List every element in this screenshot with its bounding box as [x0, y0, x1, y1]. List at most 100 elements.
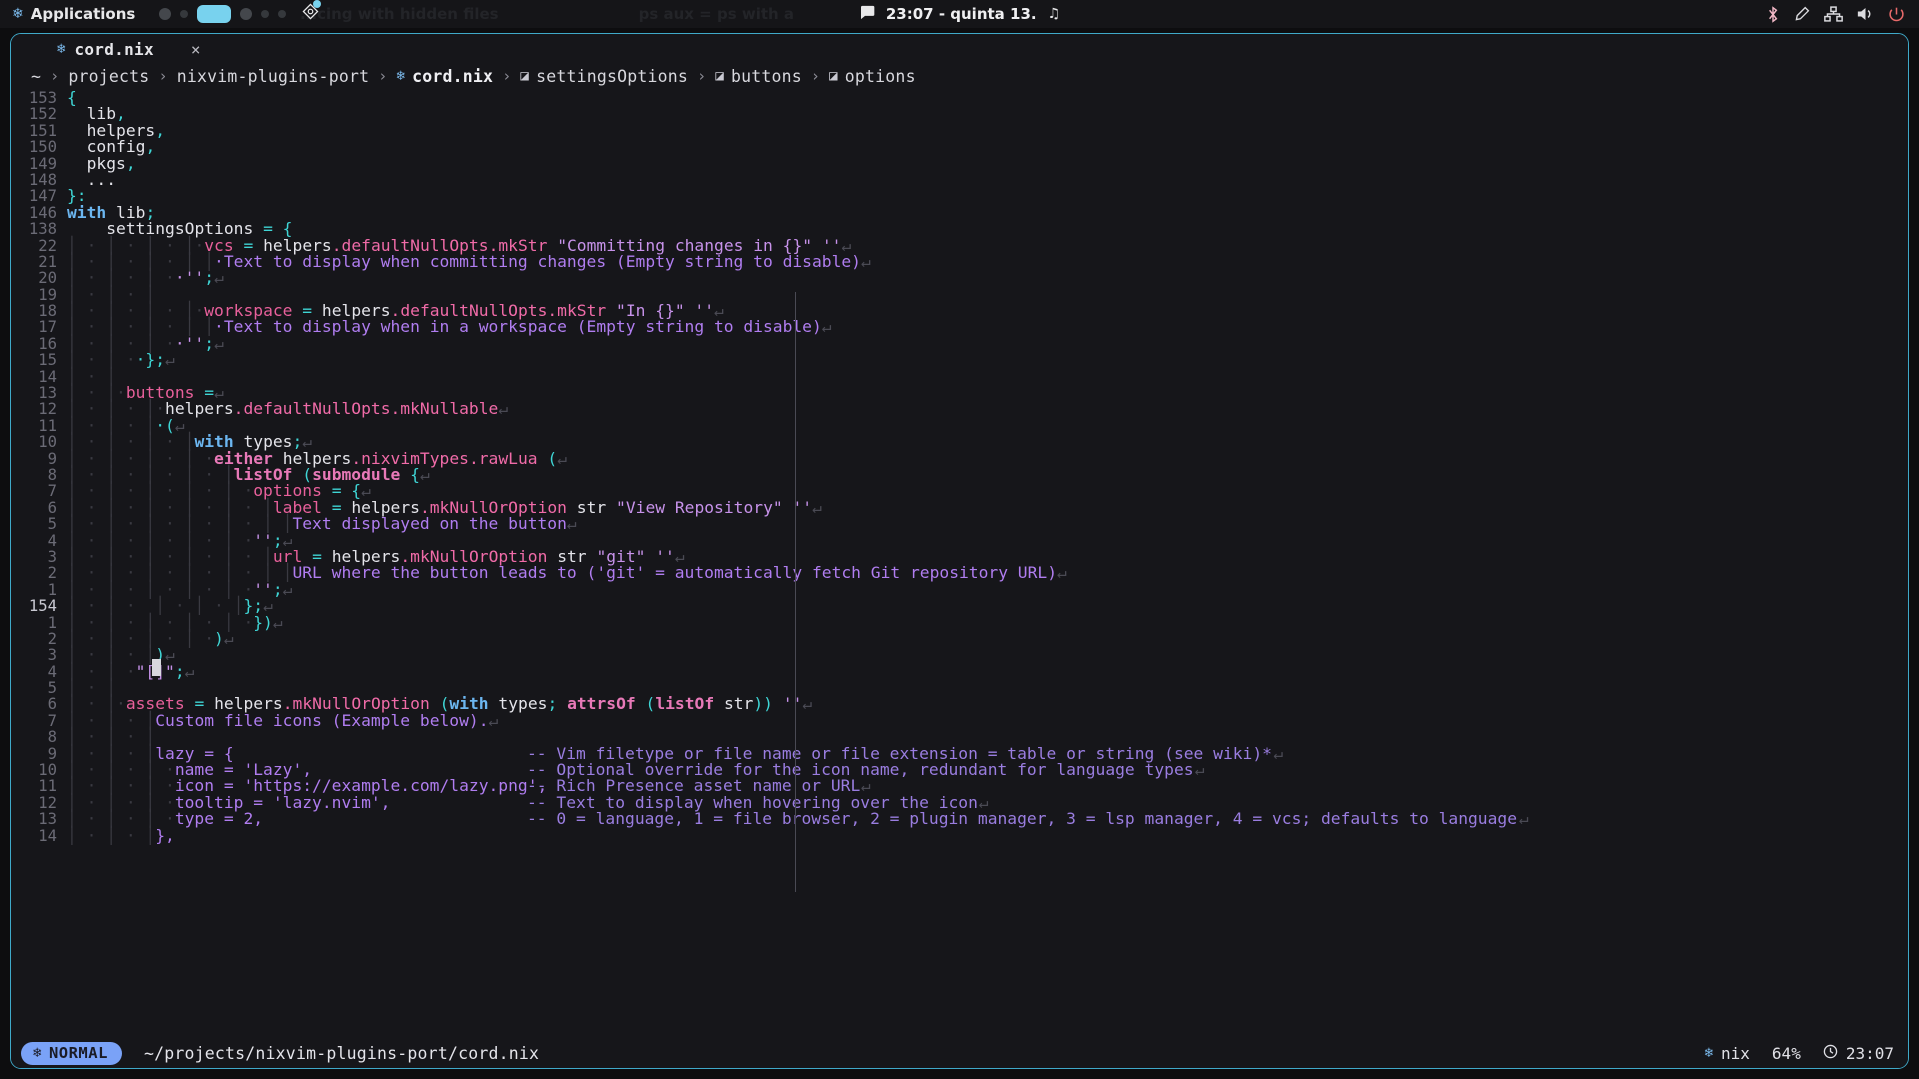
line-number: 9 — [47, 449, 57, 468]
breadcrumb-item-options[interactable]: ◪ options — [829, 67, 916, 86]
code-line[interactable]: 2 │ · │ · │ · │ ·)↵ — [11, 629, 1908, 648]
code-line[interactable]: 4│ · │ ·"[]";↵ — [11, 663, 1908, 680]
line-number: 22 — [38, 236, 57, 255]
code-line[interactable]: 15 │ · │ ··};↵ — [11, 352, 1908, 369]
breadcrumb-item-file[interactable]: ❄ cord.nix — [396, 67, 493, 86]
line-number: 1 — [47, 613, 57, 632]
breadcrumb-item-repo[interactable]: nixvim-plugins-port — [177, 67, 370, 86]
line-number: 5 — [47, 515, 57, 534]
workspace-dot[interactable] — [240, 8, 253, 20]
speech-bubble-icon — [859, 5, 875, 24]
workspace-dot[interactable] — [261, 10, 270, 18]
code-line[interactable]: 16 │ · │ · │ ··'';↵ — [11, 335, 1908, 352]
topbar-bg-hint-1: ...cing with hidden files — [300, 5, 499, 23]
breadcrumb-label: options — [844, 66, 916, 86]
breadcrumb-label: projects — [68, 66, 150, 86]
line-number: 18 — [38, 302, 57, 321]
breadcrumb-separator: › — [50, 67, 60, 85]
line-number: 14 — [38, 367, 57, 386]
statusline: ❄ NORMAL ~/projects/nixvim-plugins-port/… — [11, 1038, 1908, 1068]
code-line[interactable]: 147}: — [11, 187, 1908, 206]
code-line[interactable]: 153{ — [11, 89, 1908, 107]
status-filetype: ❄ nix — [1705, 1044, 1750, 1063]
line-number: 11 — [38, 777, 57, 796]
code-line[interactable]: 148 ... — [11, 170, 1908, 189]
line-number: 2 — [47, 564, 57, 583]
code-line[interactable]: 17 │ · │ · │ · │ │·Text to display when i… — [11, 319, 1908, 336]
code-comment: -- 0 = language, 1 = file browser, 2 = p… — [527, 809, 1518, 829]
code-line[interactable]: 150 config, — [11, 138, 1908, 155]
filetype-label: nix — [1721, 1043, 1750, 1063]
topbar-clock-area: 23:07 - quinta 13. ♫ — [0, 0, 1919, 28]
line-number: 2 — [47, 629, 57, 648]
code-line[interactable]: 7 │ · │ · │Custom file icons (Example bel… — [11, 711, 1908, 730]
nix-snowflake-icon: ❄ — [33, 1044, 42, 1061]
line-number: 7 — [47, 711, 57, 730]
brightness-pen-icon[interactable] — [1794, 6, 1810, 22]
breadcrumb-item-projects[interactable]: projects — [68, 67, 149, 86]
status-clock: 23:07 — [1823, 1044, 1894, 1063]
line-number: 9 — [47, 744, 57, 763]
code-line[interactable]: 5 │ · │ · │ · │ · │ · │ │Text displayed o… — [11, 515, 1908, 534]
volume-icon[interactable] — [1857, 6, 1874, 22]
breadcrumb-separator: › — [502, 67, 512, 85]
code-line[interactable]: 1 │ · │ · │ · │ · │ ·'';↵ — [11, 581, 1908, 598]
code-line-text: │ · │ · │}, — [67, 825, 175, 845]
code-editor[interactable]: 153{152 lib, 151 helpers, 150 config, 149 p… — [11, 88, 1908, 1018]
eol-marker: ↵ — [1194, 760, 1205, 779]
line-number: 147 — [28, 187, 57, 206]
line-number: 19 — [38, 285, 57, 304]
breadcrumb-item-buttons[interactable]: ◪ buttons — [715, 67, 802, 86]
close-icon[interactable]: × — [191, 40, 201, 59]
code-line[interactable]: 1 │ · │ · │ · │ · │ ·})↵ — [11, 613, 1908, 632]
breadcrumb-label: cord.nix — [412, 66, 494, 86]
line-number: 153 — [28, 89, 57, 107]
tabline: ❄ cord.nix × — [11, 34, 1908, 64]
nix-snowflake-icon: ❄ — [396, 68, 406, 84]
code-line[interactable]: 13 │ · │ · │ ·type = 2, -- 0 = language, 1… — [11, 809, 1908, 829]
code-line[interactable]: 20 │ · │ · │ ··'';↵ — [11, 269, 1908, 288]
code-line[interactable]: 152 lib, — [11, 106, 1908, 123]
layout-diamond-icon[interactable] — [302, 0, 322, 25]
line-number: 148 — [28, 170, 57, 189]
eol-marker: ↵ — [1518, 809, 1529, 829]
breadcrumb-separator: › — [378, 67, 388, 85]
line-number: 138 — [28, 220, 57, 239]
code-line[interactable]: 12 │ · │ · │·helpers.defaultNullOpts.mkNu… — [11, 401, 1908, 418]
line-number: 12 — [38, 793, 57, 812]
topbar-background-text: ...cing with hidden files ps aux = ps wi… — [0, 0, 1919, 28]
line-number: 146 — [28, 203, 57, 222]
breadcrumb-item-settingsoptions[interactable]: ◪ settingsOptions — [520, 67, 688, 86]
workspace-dot[interactable] — [278, 10, 287, 18]
line-number: 20 — [38, 269, 57, 288]
code-line[interactable]: 151 helpers, — [11, 122, 1908, 139]
breadcrumb-label: ~ — [31, 66, 42, 86]
code-line[interactable]: 146 with lib; — [11, 203, 1908, 222]
tab-cord-nix[interactable]: ❄ cord.nix × — [51, 34, 207, 64]
code-line[interactable]: 14 │ · │ · │}, — [11, 825, 1908, 845]
code-line[interactable]: 14 │ · │ — [11, 367, 1908, 386]
line-number: 10 — [38, 433, 57, 452]
nix-snowflake-icon: ❄ — [57, 41, 66, 57]
code-line[interactable]: 3 │ · │ · │)↵ — [11, 647, 1908, 664]
code-line[interactable]: 21 │ · │ · │ · │ │·Text to display when c… — [11, 253, 1908, 270]
line-number: 8 — [47, 728, 57, 747]
code-line[interactable]: 149 pkgs, — [11, 155, 1908, 172]
workspace-indicator[interactable] — [159, 5, 287, 23]
workspace-dot[interactable] — [159, 8, 172, 20]
workspace-dot[interactable] — [180, 10, 189, 18]
breadcrumb-label: buttons — [730, 66, 802, 86]
breadcrumb-label: nixvim-plugins-port — [176, 66, 370, 86]
code-line[interactable]: 154 │ · │ · │ · │ · │};↵ — [11, 597, 1908, 614]
tab-label: cord.nix — [74, 39, 154, 59]
network-icon[interactable] — [1824, 6, 1843, 22]
status-filepath: ~/projects/nixvim-plugins-port/cord.nix — [143, 1043, 540, 1063]
code-line[interactable]: 2 │ · │ · │ · │ · │ · │ │URL where the bu… — [11, 564, 1908, 583]
workspace-dot-active[interactable] — [197, 5, 232, 23]
breadcrumb-item-home[interactable]: ~ — [31, 67, 41, 86]
module-hex-icon: ◪ — [715, 68, 724, 84]
power-icon[interactable] — [1888, 6, 1905, 23]
line-number: 13 — [38, 810, 57, 829]
bluetooth-icon[interactable] — [1766, 5, 1780, 23]
applications-menu-button[interactable]: ❄ Applications — [0, 0, 145, 28]
